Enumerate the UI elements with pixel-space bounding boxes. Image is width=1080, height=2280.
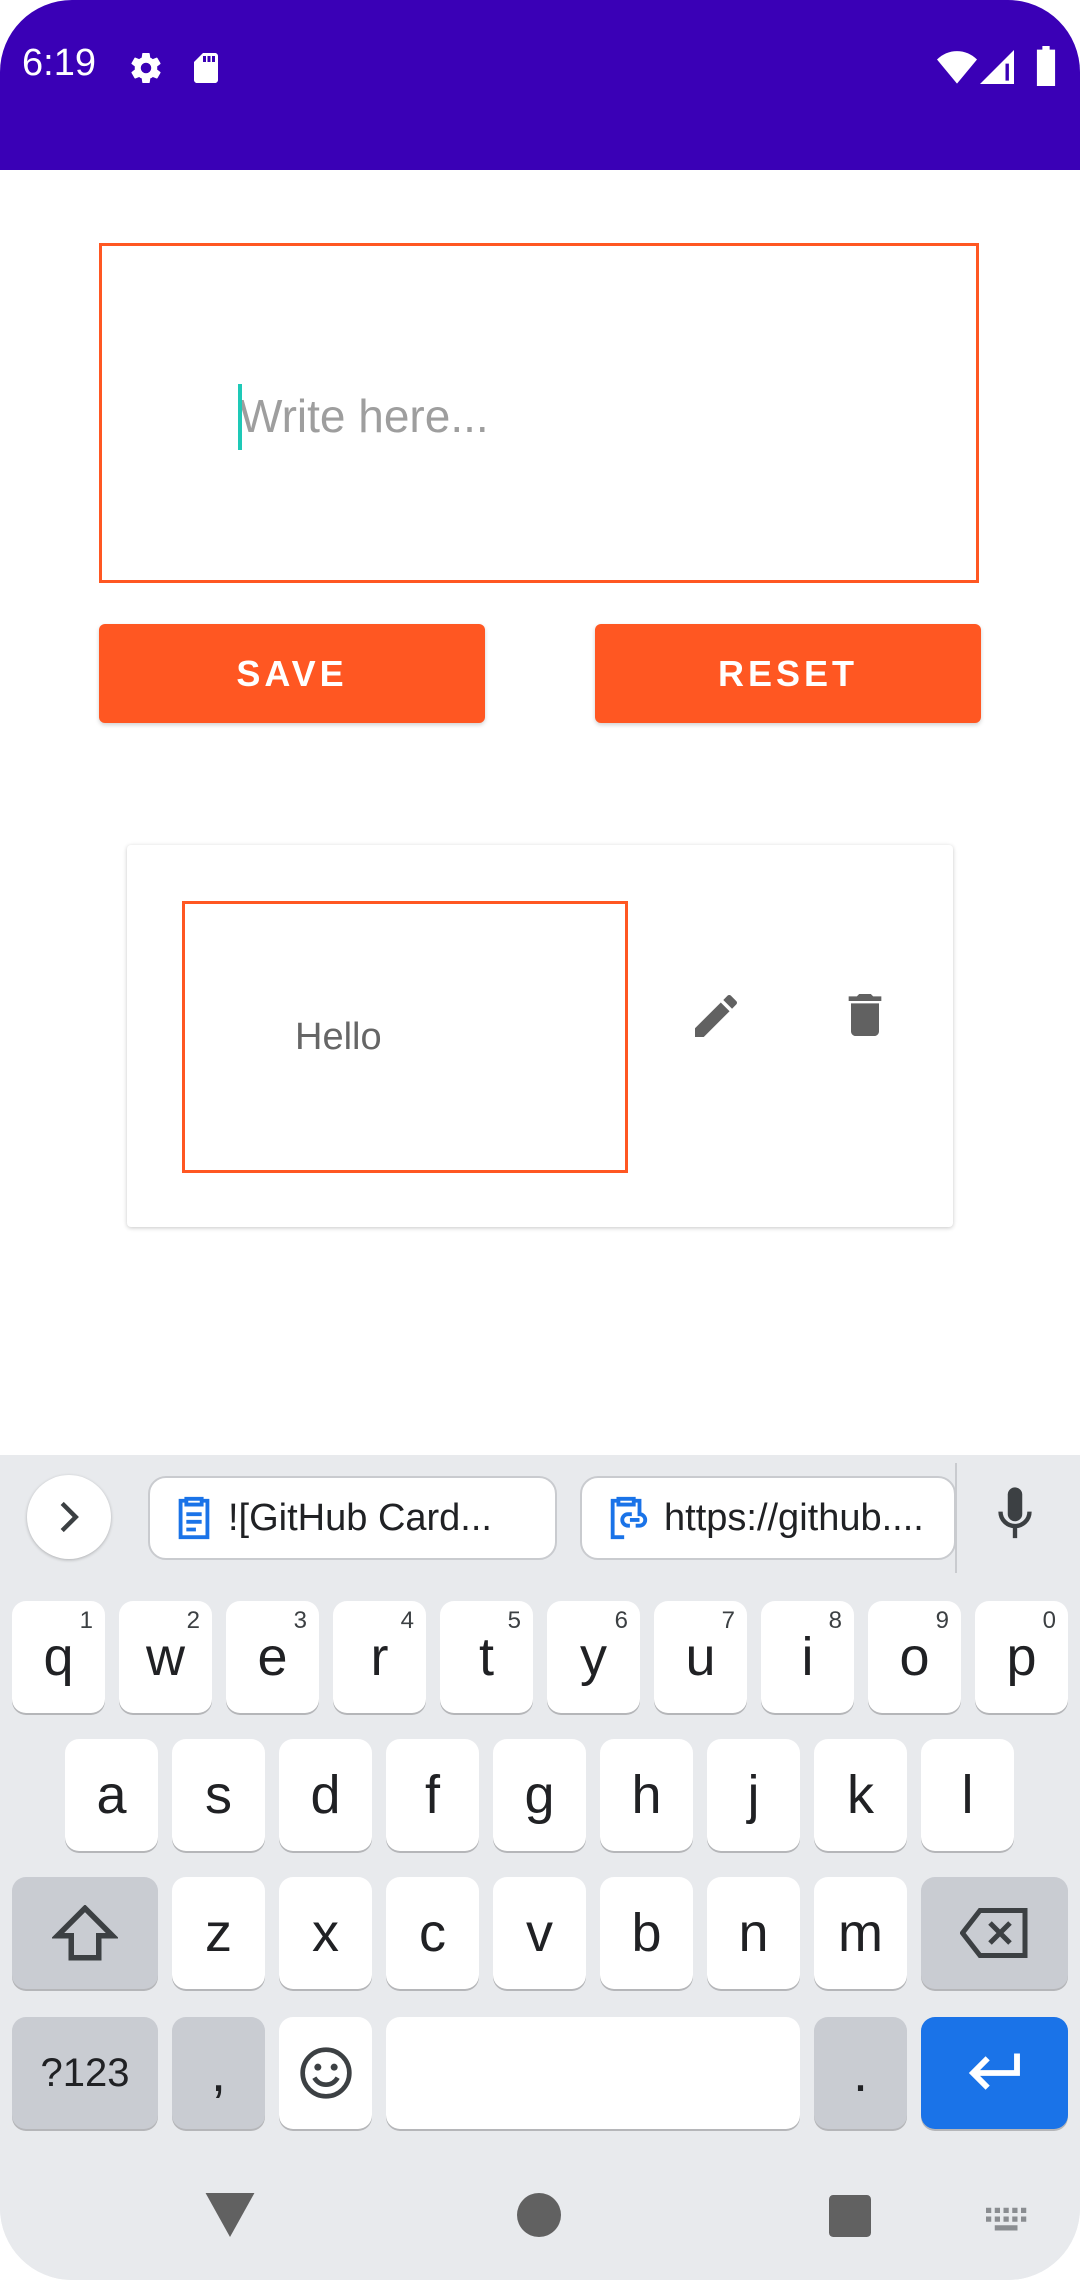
recents-icon[interactable] bbox=[829, 2195, 871, 2237]
key-p[interactable]: p0 bbox=[975, 1601, 1068, 1713]
edit-icon[interactable] bbox=[688, 988, 744, 1044]
clipboard-icon bbox=[174, 1495, 214, 1541]
note-item-text: Hello bbox=[295, 1016, 382, 1058]
note-input[interactable] bbox=[239, 386, 839, 446]
key-o[interactable]: o9 bbox=[868, 1601, 961, 1713]
clipboard-suggestion-2[interactable]: https://github.... bbox=[580, 1476, 956, 1560]
chevron-right-icon bbox=[60, 1501, 79, 1533]
save-button[interactable]: SAVE bbox=[99, 624, 485, 723]
soft-keyboard: ![GitHub Card... https://github.... q1 w… bbox=[0, 1455, 1080, 2280]
key-label: w bbox=[146, 1627, 185, 1687]
key-v[interactable]: v bbox=[493, 1877, 586, 1989]
key-hint: 9 bbox=[935, 1607, 949, 1634]
key-hint: 1 bbox=[79, 1607, 93, 1634]
key-hint: 6 bbox=[614, 1607, 628, 1634]
key-hint: 4 bbox=[400, 1607, 414, 1634]
key-label: q bbox=[43, 1627, 74, 1687]
backspace-key[interactable] bbox=[921, 1877, 1068, 1989]
delete-icon[interactable] bbox=[837, 985, 893, 1045]
key-y[interactable]: y6 bbox=[547, 1601, 640, 1713]
key-m[interactable]: m bbox=[814, 1877, 907, 1989]
key-label: t bbox=[478, 1627, 494, 1687]
key-hint: 2 bbox=[186, 1607, 200, 1634]
battery-icon bbox=[1035, 46, 1057, 86]
symbols-label: ?123 bbox=[40, 2050, 130, 2095]
home-icon[interactable] bbox=[517, 2193, 561, 2237]
enter-icon bbox=[968, 2053, 1020, 2090]
key-hint: 8 bbox=[828, 1607, 842, 1634]
emoji-icon bbox=[299, 2047, 352, 2099]
space-key[interactable] bbox=[386, 2017, 800, 2129]
note-input-box bbox=[99, 243, 979, 583]
phone-screen: 6:19 SAVE RESET Hello bbox=[0, 0, 1080, 2280]
status-time: 6:19 bbox=[22, 42, 96, 84]
key-e[interactable]: e3 bbox=[226, 1601, 319, 1713]
key-h[interactable]: h bbox=[600, 1739, 693, 1851]
key-b[interactable]: b bbox=[600, 1877, 693, 1989]
suggestion-divider bbox=[955, 1463, 957, 1573]
key-c[interactable]: c bbox=[386, 1877, 479, 1989]
key-r[interactable]: r4 bbox=[333, 1601, 426, 1713]
text-cursor bbox=[238, 384, 242, 450]
key-d[interactable]: d bbox=[279, 1739, 372, 1851]
enter-key[interactable] bbox=[921, 2017, 1068, 2129]
key-n[interactable]: n bbox=[707, 1877, 800, 1989]
key-a[interactable]: a bbox=[65, 1739, 158, 1851]
keyboard-switch-icon[interactable] bbox=[986, 2207, 1028, 2233]
comma-key[interactable]: , bbox=[172, 2017, 265, 2129]
signal-icon bbox=[980, 50, 1014, 84]
key-w[interactable]: w2 bbox=[119, 1601, 212, 1713]
key-l[interactable]: l bbox=[921, 1739, 1014, 1851]
key-i[interactable]: i8 bbox=[761, 1601, 854, 1713]
backspace-icon bbox=[959, 1908, 1027, 1958]
key-label: i bbox=[801, 1627, 814, 1687]
key-hint: 5 bbox=[507, 1607, 521, 1634]
key-q[interactable]: q1 bbox=[12, 1601, 105, 1713]
key-t[interactable]: t5 bbox=[440, 1601, 533, 1713]
suggestion-text-2: https://github.... bbox=[664, 1496, 924, 1539]
expand-toolbar-button[interactable] bbox=[27, 1475, 111, 1559]
key-label: u bbox=[685, 1627, 716, 1687]
suggestion-strip: ![GitHub Card... https://github.... bbox=[0, 1455, 1080, 1580]
key-f[interactable]: f bbox=[386, 1739, 479, 1851]
key-label: r bbox=[370, 1627, 389, 1687]
key-u[interactable]: u7 bbox=[654, 1601, 747, 1713]
key-hint: 3 bbox=[293, 1607, 307, 1634]
wifi-icon bbox=[937, 50, 977, 84]
key-z[interactable]: z bbox=[172, 1877, 265, 1989]
key-label: o bbox=[899, 1627, 930, 1687]
note-card: Hello bbox=[127, 845, 953, 1227]
shift-icon bbox=[52, 1905, 118, 1961]
key-g[interactable]: g bbox=[493, 1739, 586, 1851]
key-label: y bbox=[580, 1627, 607, 1687]
shift-key[interactable] bbox=[12, 1877, 158, 1989]
key-hint: 7 bbox=[721, 1607, 735, 1634]
period-key[interactable]: . bbox=[814, 2017, 907, 2129]
key-label: p bbox=[1006, 1627, 1037, 1687]
clipboard-suggestion-1[interactable]: ![GitHub Card... bbox=[148, 1476, 557, 1560]
key-x[interactable]: x bbox=[279, 1877, 372, 1989]
symbols-key[interactable]: ?123 bbox=[12, 2017, 158, 2129]
microphone-icon[interactable] bbox=[995, 1485, 1035, 1548]
note-item-box[interactable]: Hello bbox=[182, 901, 628, 1173]
settings-icon bbox=[128, 50, 164, 86]
suggestion-text-1: ![GitHub Card... bbox=[228, 1496, 492, 1539]
navigation-bar bbox=[0, 2165, 1080, 2280]
emoji-key[interactable] bbox=[279, 2017, 372, 2129]
clipboard-link-icon bbox=[606, 1495, 650, 1541]
back-icon[interactable] bbox=[205, 2193, 255, 2237]
key-hint: 0 bbox=[1042, 1607, 1056, 1634]
key-j[interactable]: j bbox=[707, 1739, 800, 1851]
reset-button[interactable]: RESET bbox=[595, 624, 981, 723]
sd-card-icon bbox=[190, 50, 222, 86]
key-k[interactable]: k bbox=[814, 1739, 907, 1851]
key-label: e bbox=[257, 1627, 288, 1687]
status-bar: 6:19 bbox=[0, 0, 1080, 170]
key-s[interactable]: s bbox=[172, 1739, 265, 1851]
